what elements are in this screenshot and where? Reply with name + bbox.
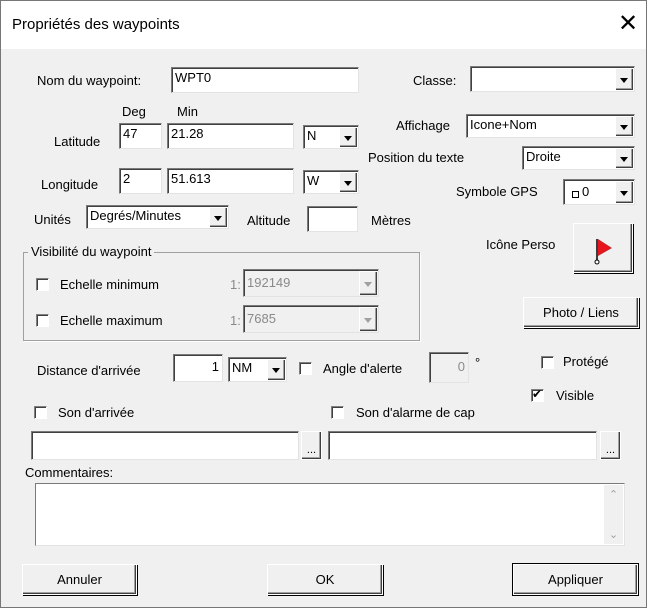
max-scale-label: Echelle maximum: [60, 313, 163, 328]
chevron-down-icon[interactable]: [615, 68, 633, 90]
chevron-down-icon[interactable]: [615, 181, 633, 203]
max-scale-value: 7685: [247, 311, 276, 326]
title-bar: Propriétés des waypoints ✕: [1, 1, 646, 49]
comments-scrollbar[interactable]: ⌃ ⌄: [604, 485, 623, 544]
dialog-title: Propriétés des waypoints: [12, 16, 180, 33]
waypoint-properties-dialog: Propriétés des waypoints ✕ Nom du waypoi…: [0, 0, 647, 608]
arrival-distance-input[interactable]: 1: [173, 354, 223, 382]
alert-angle-label: Angle d'alerte: [323, 361, 403, 376]
min-scale-prefix: 1:: [230, 277, 241, 292]
text-position-select[interactable]: Droite: [522, 146, 635, 170]
visibility-group-title: Visibilité du waypoint: [28, 244, 155, 259]
visible-checkbox[interactable]: [531, 387, 544, 402]
max-scale-select[interactable]: 7685: [243, 305, 379, 333]
longitude-hemisphere-select[interactable]: W: [303, 170, 359, 194]
min-scale-label: Echelle minimum: [60, 277, 159, 292]
ok-button[interactable]: OK: [267, 564, 383, 595]
longitude-degrees-input[interactable]: 2: [119, 168, 162, 194]
latitude-hemisphere-value: N: [307, 128, 317, 143]
min-scale-checkbox[interactable]: [36, 278, 49, 291]
units-label: Unités: [34, 212, 71, 227]
longitude-minutes-input[interactable]: 51.613: [167, 168, 294, 194]
arrival-unit-select[interactable]: NM: [228, 357, 287, 382]
latitude-hemisphere-select[interactable]: N: [303, 125, 359, 149]
chevron-down-icon[interactable]: [359, 307, 377, 331]
altitude-unit-label: Mètres: [371, 213, 411, 228]
gps-symbol-label: Symbole GPS: [456, 184, 538, 199]
apply-button[interactable]: Appliquer: [513, 564, 638, 595]
visible-label: Visible: [556, 388, 595, 403]
classe-label: Classe:: [413, 73, 457, 88]
longitude-hemisphere-value: W: [307, 173, 320, 188]
min-header: Min: [177, 104, 198, 119]
deg-header: Deg: [122, 104, 146, 119]
photo-links-button[interactable]: Photo / Liens: [523, 297, 639, 328]
scroll-up-icon[interactable]: ⌃: [604, 485, 623, 504]
gps-symbol-select[interactable]: 0: [563, 179, 635, 205]
heading-alarm-sound-checkbox[interactable]: [331, 406, 344, 419]
scroll-down-icon[interactable]: ⌄: [604, 525, 623, 544]
latitude-label: Latitude: [54, 134, 101, 149]
red-flag-icon: [594, 239, 612, 265]
altitude-input[interactable]: [307, 206, 358, 232]
protected-label: Protégé: [563, 354, 609, 369]
heading-alarm-sound-label: Son d'alarme de cap: [356, 405, 475, 420]
arrival-distance-label: Distance d'arrivée: [37, 363, 141, 378]
waypoint-name-input[interactable]: WPT0: [171, 67, 359, 93]
heading-alarm-sound-input[interactable]: [328, 431, 597, 460]
units-value: Degrés/Minutes: [90, 208, 182, 223]
close-icon[interactable]: ✕: [613, 9, 643, 39]
max-scale-prefix: 1:: [230, 313, 241, 328]
alert-angle-unit: °: [475, 355, 481, 370]
arrival-unit-value: NM: [232, 360, 253, 375]
chevron-down-icon[interactable]: [209, 207, 227, 227]
custom-icon-button[interactable]: [573, 223, 633, 273]
chevron-down-icon[interactable]: [267, 359, 285, 380]
min-scale-select[interactable]: 192149: [243, 269, 379, 297]
chevron-down-icon[interactable]: [615, 148, 633, 168]
heading-alarm-sound-browse-button[interactable]: ...: [600, 431, 621, 460]
latitude-degrees-input[interactable]: 47: [119, 123, 162, 149]
arrival-sound-browse-button[interactable]: ...: [301, 431, 322, 460]
arrival-sound-input[interactable]: [31, 431, 299, 460]
chevron-down-icon[interactable]: [359, 271, 377, 295]
longitude-label: Longitude: [41, 177, 99, 192]
max-scale-checkbox[interactable]: [36, 314, 49, 327]
text-position-label: Position du texte: [368, 150, 465, 165]
units-select[interactable]: Degrés/Minutes: [86, 205, 229, 229]
classe-select[interactable]: [470, 66, 635, 92]
affichage-label: Affichage: [396, 118, 450, 133]
gps-symbol-value: 0: [582, 184, 590, 199]
arrival-sound-checkbox[interactable]: [34, 406, 47, 419]
latitude-minutes-input[interactable]: 21.28: [167, 123, 294, 149]
chevron-down-icon[interactable]: [339, 127, 357, 147]
chevron-down-icon[interactable]: [339, 172, 357, 192]
small-square-icon: [572, 191, 579, 198]
alert-angle-checkbox[interactable]: [299, 362, 312, 375]
waypoint-name-label: Nom du waypoint:: [37, 73, 142, 88]
arrival-sound-label: Son d'arrivée: [58, 405, 135, 420]
min-scale-value: 192149: [247, 275, 291, 290]
custom-icon-label: Icône Perso: [486, 237, 556, 252]
affichage-value: Icone+Nom: [470, 117, 537, 132]
affichage-select[interactable]: Icone+Nom: [466, 114, 635, 138]
comments-label: Commentaires:: [25, 465, 114, 480]
altitude-label: Altitude: [247, 213, 291, 228]
comments-textarea[interactable]: ⌃ ⌄: [35, 483, 625, 546]
chevron-down-icon[interactable]: [615, 116, 633, 136]
cancel-button[interactable]: Annuler: [22, 564, 137, 595]
text-position-value: Droite: [526, 149, 561, 164]
alert-angle-input[interactable]: 0: [429, 352, 469, 383]
protected-checkbox[interactable]: [541, 356, 554, 369]
